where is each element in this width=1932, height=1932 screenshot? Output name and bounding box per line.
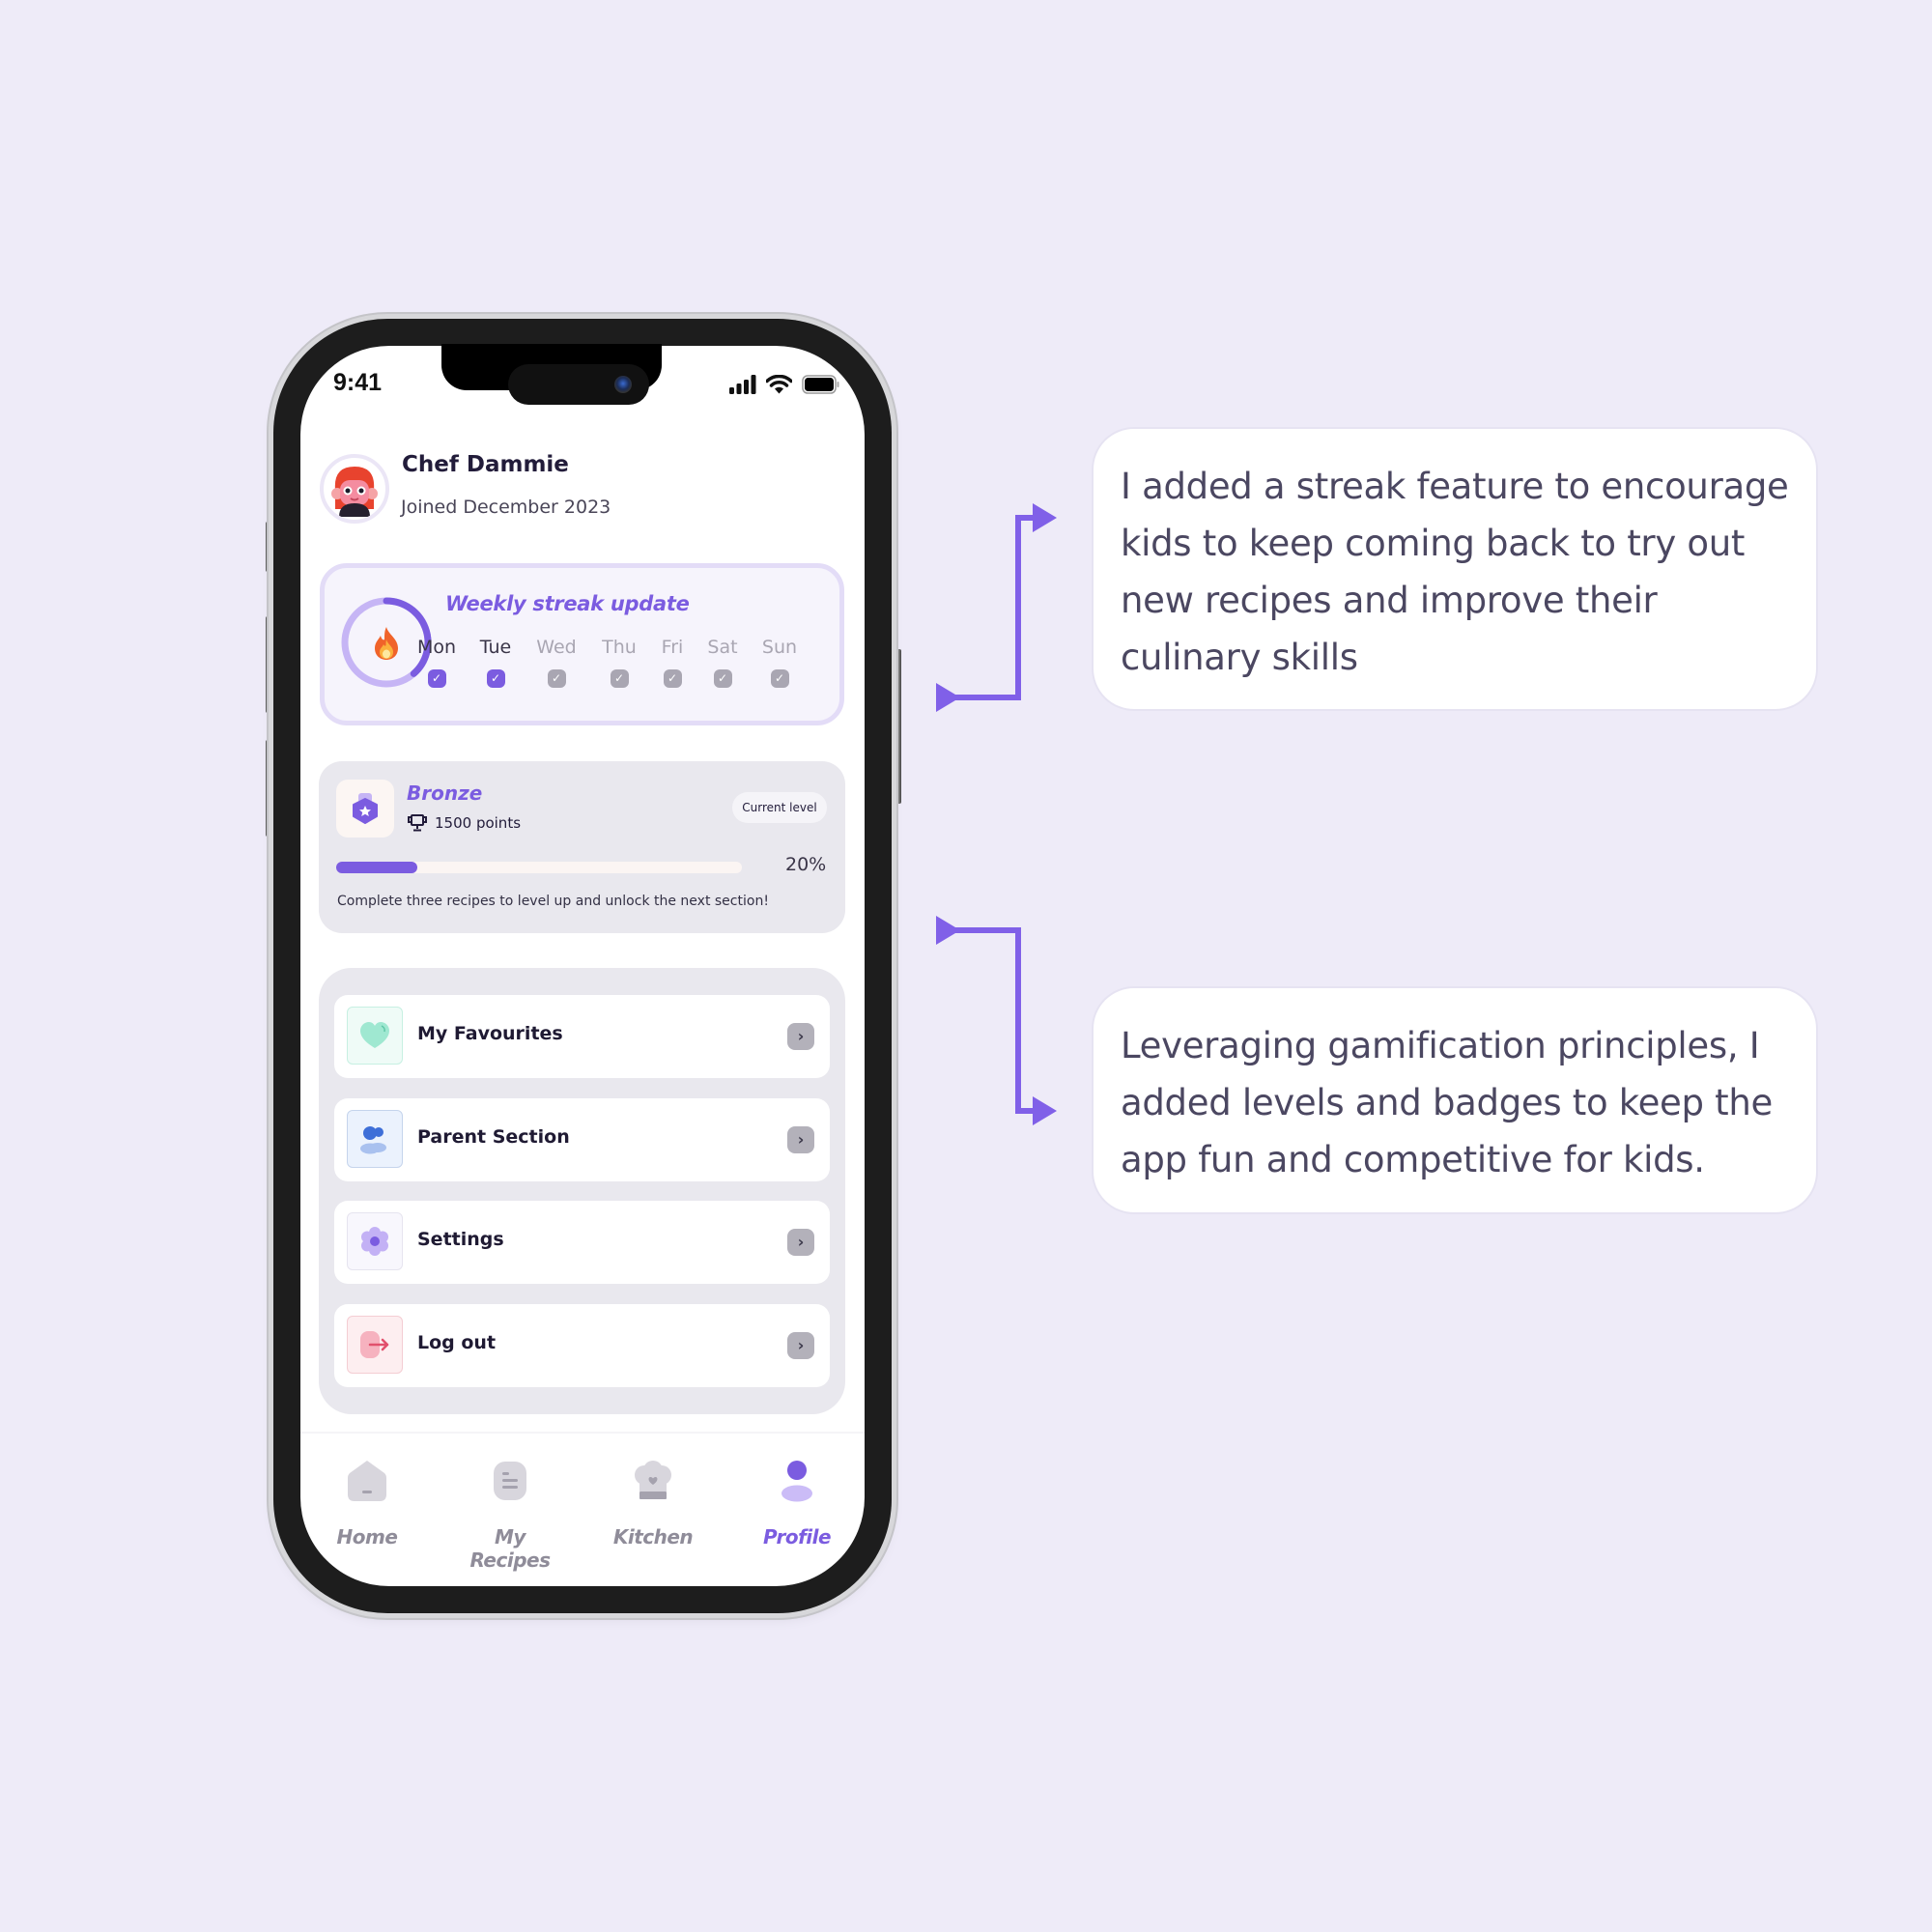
day-label: Thu: [602, 637, 637, 658]
camera-icon: [614, 376, 632, 393]
tab-label: Profile: [762, 1525, 832, 1548]
tab-label: My Recipes: [469, 1525, 551, 1572]
unchecked-icon: ✓: [547, 669, 566, 688]
volume-up-button: [266, 616, 272, 713]
checked-icon: ✓: [486, 669, 505, 688]
menu-item-log-out[interactable]: Log out ›: [334, 1304, 830, 1387]
mute-switch: [266, 522, 272, 572]
menu-label: Log out: [417, 1332, 497, 1353]
tabbar-divider: [300, 1432, 865, 1434]
battery-icon: [802, 375, 839, 394]
cellular-signal-icon: [729, 375, 756, 394]
streak-connector-arrow: [936, 503, 1057, 712]
medal-icon: [353, 793, 378, 824]
chef-girl-avatar-icon: [331, 467, 378, 517]
unchecked-icon: ✓: [663, 669, 682, 688]
day-label: Fri: [661, 637, 684, 658]
chevron-right-icon[interactable]: ›: [787, 1332, 814, 1359]
tab-label: Kitchen: [612, 1525, 694, 1548]
level-name: Bronze: [407, 781, 483, 805]
settings-flower-icon: [361, 1227, 388, 1256]
streak-day-thu: Thu ✓: [590, 637, 648, 688]
chevron-right-icon[interactable]: ›: [787, 1023, 814, 1050]
menu-item-my-favourites[interactable]: My Favourites ›: [334, 995, 830, 1078]
day-label: Sun: [761, 637, 798, 658]
day-label: Wed: [536, 637, 577, 658]
unchecked-icon: ✓: [770, 669, 789, 688]
profile-icon: [781, 1461, 812, 1502]
day-label: Sat: [707, 637, 738, 658]
avatar[interactable]: [320, 454, 389, 524]
streak-day-tue: Tue ✓: [467, 637, 525, 688]
streak-day-fri: Fri ✓: [643, 637, 701, 688]
recipe-list-icon: [494, 1462, 526, 1500]
tab-home[interactable]: Home: [309, 1454, 425, 1548]
menu-item-parent-section[interactable]: Parent Section ›: [334, 1098, 830, 1181]
day-label: Tue: [479, 637, 512, 658]
status-time: 9:41: [333, 369, 383, 396]
users-icon: [360, 1126, 386, 1154]
callout-text: I added a streak feature to encourage ki…: [1121, 466, 1789, 678]
heart-icon: [360, 1022, 389, 1048]
bronze-badge: [336, 780, 394, 838]
tab-profile[interactable]: Profile: [739, 1454, 855, 1548]
menu-icon-box: [347, 1316, 403, 1374]
chevron-right-icon[interactable]: ›: [787, 1229, 814, 1256]
level-hint: Complete three recipes to level up and u…: [337, 894, 769, 909]
streak-callout: I added a streak feature to encourage ki…: [1092, 427, 1818, 711]
logout-icon: [360, 1331, 389, 1358]
menu-label: My Favourites: [417, 1023, 563, 1044]
streak-day-mon: Mon ✓: [408, 637, 466, 688]
menu-icon-box: [347, 1212, 403, 1270]
chef-hat-icon: [635, 1461, 671, 1499]
current-level-badge: Current level: [732, 792, 827, 823]
streak-day-sat: Sat ✓: [694, 637, 752, 688]
level-progress-fill: [336, 862, 417, 873]
menu-label: Settings: [417, 1229, 504, 1250]
level-progress-percent: 20%: [785, 854, 827, 875]
chevron-right-icon[interactable]: ›: [787, 1126, 814, 1153]
joined-date: Joined December 2023: [401, 497, 611, 518]
status-icons: [729, 373, 840, 396]
menu-icon-box: [347, 1007, 403, 1065]
gamification-callout: Leveraging gamification principles, I ad…: [1092, 986, 1818, 1214]
fire-icon: [371, 626, 402, 661]
checked-icon: ✓: [427, 669, 446, 688]
streak-day-sun: Sun ✓: [751, 637, 809, 688]
day-label: Mon: [416, 637, 457, 658]
wifi-icon: [766, 375, 792, 394]
tab-my-recipes[interactable]: My Recipes: [452, 1454, 568, 1572]
trophy-icon: [408, 814, 427, 832]
tab-label: Home: [336, 1525, 398, 1548]
callout-connectors: [936, 503, 1057, 1125]
volume-down-button: [266, 740, 272, 837]
level-progress-bar: [336, 862, 742, 873]
menu-icon-box: [347, 1110, 403, 1168]
streak-title: Weekly streak update: [445, 592, 690, 615]
user-name: Chef Dammie: [402, 452, 569, 477]
menu-item-settings[interactable]: Settings ›: [334, 1201, 830, 1284]
level-connector-arrow: [936, 916, 1057, 1125]
unchecked-icon: ✓: [610, 669, 629, 688]
points-value: 1500 points: [435, 814, 522, 832]
home-icon: [348, 1461, 386, 1501]
callout-text: Leveraging gamification principles, I ad…: [1121, 1025, 1773, 1180]
tab-kitchen[interactable]: Kitchen: [595, 1454, 711, 1548]
level-points: 1500 points: [408, 814, 521, 832]
menu-label: Parent Section: [417, 1126, 570, 1148]
streak-day-wed: Wed ✓: [527, 637, 585, 688]
unchecked-icon: ✓: [713, 669, 732, 688]
power-button: [895, 649, 901, 804]
